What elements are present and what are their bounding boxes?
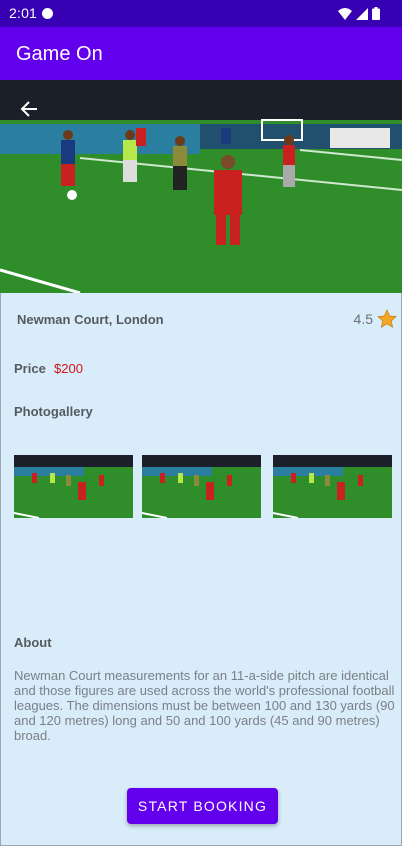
gallery-photo (14, 455, 133, 518)
app-bar: Game On (0, 27, 402, 80)
back-button[interactable] (14, 94, 44, 124)
status-bar: 2:01 (0, 0, 402, 27)
photogallery-label: Photogallery (14, 404, 93, 419)
battery-icon (372, 7, 380, 20)
status-time: 2:01 (9, 5, 38, 21)
wifi-icon (338, 7, 352, 20)
gallery-thumbnail[interactable] (273, 455, 392, 518)
venue-details: Newman Court, London 4.5 Price $200 Phot… (0, 293, 402, 846)
status-icons (338, 7, 380, 20)
photogallery (14, 455, 392, 518)
signal-icon (356, 7, 368, 20)
price-label: Price (14, 361, 46, 376)
rating-value: 4.5 (353, 311, 373, 327)
hero-image (0, 80, 402, 293)
venue-name: Newman Court, London (17, 312, 164, 327)
start-booking-button[interactable]: START BOOKING (127, 788, 278, 824)
gallery-photo (142, 455, 261, 518)
star-icon (377, 309, 397, 329)
football-pitch-photo (0, 80, 402, 293)
about-label: About (14, 635, 52, 650)
gallery-photo (273, 455, 392, 518)
gallery-thumbnail[interactable] (14, 455, 133, 518)
gallery-thumbnail[interactable] (142, 455, 261, 518)
message-icon (42, 8, 53, 19)
arrow-back-icon (20, 101, 37, 117)
venue-rating: 4.5 (354, 309, 397, 329)
app-title: Game On (16, 43, 103, 65)
price-value: $200 (54, 361, 83, 376)
about-text: Newman Court measurements for an 11-a-si… (14, 668, 395, 743)
